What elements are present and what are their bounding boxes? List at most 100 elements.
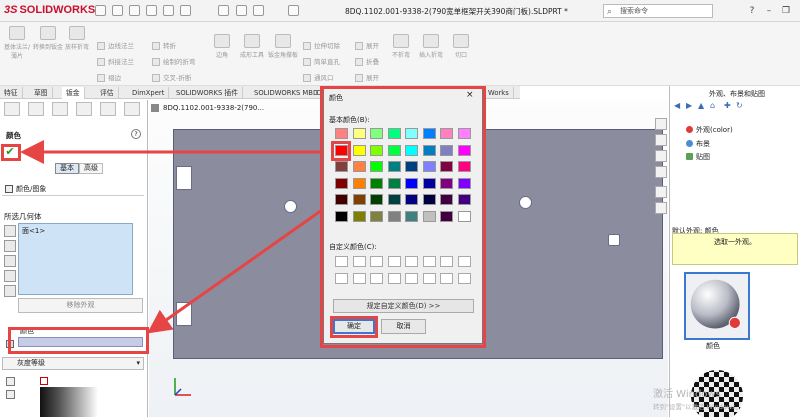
feature-tree-icon[interactable] [4,102,20,116]
ribbon-item[interactable]: 褶边 [97,72,121,82]
collapse-arrow-icon[interactable] [151,104,159,112]
select-face-icon[interactable] [4,240,16,252]
minimize-button[interactable]: – [762,4,776,18]
no-bends-icon [393,34,409,48]
ribbon-item[interactable]: 边线法兰 [97,40,134,50]
ribbon-item[interactable]: 绘制的折弯 [152,56,196,66]
select-icon[interactable] [218,5,229,16]
tab-dimxpert[interactable]: DimXpert [128,87,170,99]
search-input[interactable]: ⌕ 搜索命令 [603,4,713,18]
part-hole [284,200,297,213]
solidworks-logo[interactable]: 3S SOLIDWORKS [4,4,95,16]
search-icon: ⌕ [607,7,613,17]
highlight-color-field [8,327,149,354]
ribbon-item[interactable]: 通风口 [303,72,334,82]
help-icon[interactable]: ? [745,4,759,18]
tree-item-appearances[interactable]: 外观(color) [686,125,733,135]
tab-sketch[interactable]: 草图 [30,87,53,99]
view-palette-icon[interactable] [655,166,667,178]
cross-break-icon [152,74,160,82]
refresh-icon[interactable]: ↻ [736,101,743,110]
panel-arrow-icon[interactable] [124,102,140,116]
ribbon-item[interactable]: 拉伸切除 [303,40,340,50]
part-cutout [176,166,192,190]
grayscale-palette[interactable] [40,387,98,417]
property-manager-icon[interactable] [28,102,44,116]
highlight-dialog [320,86,486,348]
file-properties-icon[interactable] [253,5,264,16]
custom-properties-icon[interactable] [655,202,667,214]
ribbon-button[interactable]: 钣金角撑板 [268,34,298,59]
appearance-thumbnail[interactable] [684,272,750,340]
tab-advanced[interactable]: 高级 [79,163,103,174]
new-file-icon[interactable] [112,5,123,16]
remove-appearance-button[interactable]: 移除外观 [18,298,143,313]
configuration-icon[interactable] [52,102,68,116]
ribbon-item[interactable]: 展开 [355,72,379,82]
back-icon[interactable]: ◀ [674,101,680,110]
lofted-bend-icon [69,26,85,40]
highlight-red-swatch [331,141,351,161]
ribbon-item[interactable]: 简单直孔 [303,56,340,66]
ribbon-item[interactable]: 交叉-折断 [152,72,191,82]
tab-sheet-metal[interactable]: 钣金 [62,87,85,99]
flatten-icon [355,74,363,82]
home-icon[interactable]: ⌂ [710,101,715,110]
ribbon-button[interactable]: 不折弯 [386,34,416,59]
ribbon-item[interactable]: 折叠 [355,56,379,66]
tab-works[interactable]: Works [484,87,514,99]
restore-button[interactable]: ❐ [779,4,793,18]
ribbon-button[interactable]: 切口 [446,34,476,59]
up-icon[interactable]: ▲ [698,101,704,110]
tip-box: 选取一外观。 [672,233,798,265]
rebuild-icon[interactable] [236,5,247,16]
select-part-icon[interactable] [4,225,16,237]
ribbon-button[interactable]: 基体法兰/薄片 [2,26,32,60]
add-swatch-icon[interactable] [6,377,15,386]
ribbon-item[interactable]: 展开 [355,40,379,50]
undo-icon[interactable] [180,5,191,16]
selected-geometry-label: 所选几何体 [4,212,42,221]
ribbon-button[interactable]: 边角 [207,34,237,59]
selection-list[interactable]: 面<1> [18,223,133,295]
tab-basic[interactable]: 基本 [55,163,79,174]
tree-item-scenes[interactable]: 布景 [686,139,710,149]
appearances-icon[interactable] [655,186,667,198]
forward-icon[interactable]: ▶ [686,101,692,110]
ribbon-item[interactable]: 转折 [152,40,176,50]
fold-icon [355,58,363,66]
ribbon-button[interactable]: 放样折弯 [62,26,92,51]
ribbon-button[interactable]: 成形工具 [237,34,267,59]
home-icon[interactable] [95,5,106,16]
select-feature-icon[interactable] [4,285,16,297]
dimxpert-icon[interactable] [76,102,92,116]
print-icon[interactable] [163,5,174,16]
tab-evaluate[interactable]: 评估 [96,87,119,99]
ribbon-button[interactable]: 转换到钣金 [33,26,63,51]
file-explorer-icon[interactable] [655,150,667,162]
task-pane-toolbar: ◀ ▶ ▲ ⌂ ✚ ↻ [672,101,798,113]
resources-icon[interactable] [655,118,667,130]
help-icon[interactable]: ? [131,129,141,139]
open-icon[interactable] [129,5,140,16]
design-library-icon[interactable] [655,134,667,146]
tree-item-decals[interactable]: 贴图 [686,152,710,162]
list-item[interactable]: 面<1> [22,227,45,235]
section-color-image[interactable]: 颜色/图象 [2,182,144,196]
grayscale-dropdown[interactable]: 灰度等级 ▾ [2,357,144,370]
remove-swatch-icon[interactable] [6,390,15,399]
tab-features[interactable]: 特征 [0,87,23,99]
miter-flange-icon [97,58,105,66]
save-icon[interactable] [146,5,157,16]
ribbon-item[interactable]: 斜接法兰 [97,56,134,66]
options-gear-icon[interactable] [288,5,299,16]
swatch-selected[interactable] [40,377,48,385]
select-surface-icon[interactable] [4,255,16,267]
display-manager-icon[interactable] [100,102,116,116]
add-folder-icon[interactable]: ✚ [724,101,731,110]
simple-hole-icon [303,58,311,66]
tab-addins[interactable]: SOLIDWORKS 插件 [172,87,244,99]
feature-tree-root[interactable]: 8DQ.1102.001-9338-2(790... [163,104,264,112]
select-body-icon[interactable] [4,270,16,282]
ribbon-button[interactable]: 插入折弯 [416,34,446,59]
